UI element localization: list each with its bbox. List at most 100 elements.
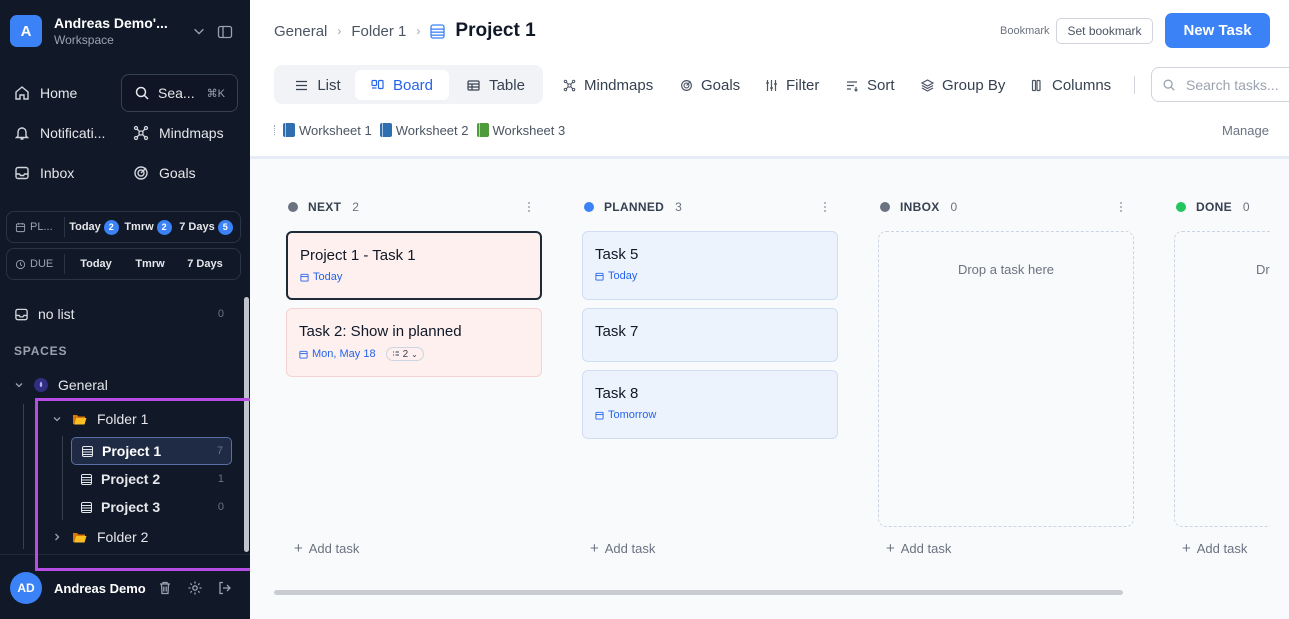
sort-button[interactable]: Sort [846, 74, 895, 96]
columns-button[interactable]: Columns [1031, 74, 1111, 96]
search-button[interactable]: Sea... ⌘K [121, 74, 238, 112]
nav-goals[interactable]: Goals [133, 156, 196, 190]
worksheet-tab[interactable]: Worksheet 3 [476, 123, 565, 138]
sidebar-toggle-icon[interactable] [217, 24, 233, 40]
gear-icon[interactable] [187, 580, 203, 596]
no-list-item[interactable]: no list 0 [14, 303, 228, 325]
tab-list[interactable]: List [281, 70, 355, 100]
chevron-right-icon[interactable] [52, 532, 62, 542]
status-dot [880, 202, 890, 212]
nav-notifications[interactable]: Notificati... [14, 116, 105, 150]
due-today-filter[interactable]: Today [65, 258, 127, 270]
count-badge: 2 [103, 219, 119, 235]
chevron-down-icon: ⌄ [411, 349, 418, 359]
mindmaps-button[interactable]: Mindmaps [563, 74, 653, 96]
add-task-button[interactable]: + Add task [1182, 540, 1247, 557]
workspace-switcher[interactable]: A Andreas Demo'... Workspace [10, 15, 240, 49]
project-name: Project 3 [101, 499, 161, 515]
inbox-icon [15, 166, 29, 180]
nav-inbox[interactable]: Inbox [14, 156, 74, 190]
trash-icon[interactable] [157, 580, 173, 596]
workspace-subtitle: Workspace [54, 33, 114, 47]
project-item-project-2[interactable]: Project 2 1 [71, 465, 232, 493]
add-task-button[interactable]: + Add task [886, 540, 951, 557]
no-list-label: no list [38, 306, 75, 322]
task-card[interactable]: Task 7 [582, 308, 838, 362]
worksheet-tab[interactable]: Worksheet 2 [379, 123, 469, 138]
folder-open-icon [73, 414, 87, 424]
task-title: Project 1 - Task 1 [300, 247, 416, 264]
task-card[interactable]: Task 8 Tomorrow [582, 370, 838, 439]
chevron-down-icon[interactable] [192, 24, 206, 38]
logout-icon[interactable] [217, 580, 233, 596]
column-count: 3 [675, 200, 683, 214]
toolbar-divider [1134, 76, 1135, 94]
goals-button[interactable]: Goals [680, 74, 740, 96]
no-list-count: 0 [217, 308, 224, 320]
planned-today-filter[interactable]: Today 2 [65, 219, 123, 235]
add-task-button[interactable]: + Add task [294, 540, 359, 557]
project-count: 0 [217, 501, 224, 513]
task-card[interactable]: Task 5 Today [582, 231, 838, 300]
board-scrollbar[interactable] [274, 590, 1123, 595]
due-week-filter[interactable]: 7 Days [173, 258, 237, 270]
worksheet-tab[interactable]: Worksheet 1 [283, 123, 372, 138]
bell-icon [14, 127, 30, 140]
column-done: DONE 0 Dro +Add task [1174, 159, 1270, 619]
column-header: PLANNED 3 [584, 197, 836, 217]
add-task-button[interactable]: + Add task [590, 540, 655, 557]
spaces-heading: SPACES [14, 344, 68, 358]
project-item-project-3[interactable]: Project 3 0 [71, 493, 232, 521]
nav-mindmaps[interactable]: Mindmaps [133, 116, 224, 150]
user-bar: AD Andreas Demo [0, 554, 250, 619]
more-vertical-icon[interactable] [820, 200, 830, 214]
planned-tmrw-filter[interactable]: Tmrw 2 [123, 219, 173, 235]
manage-worksheets-link[interactable]: Manage [1222, 123, 1269, 138]
planned-quick-filter: PL... Today 2 Tmrw 2 7 Days 5 [6, 211, 241, 243]
more-vertical-icon[interactable] [524, 200, 534, 214]
table-list-icon [81, 501, 92, 513]
new-task-button[interactable]: New Task [1165, 13, 1270, 48]
set-bookmark-button[interactable]: Set bookmark [1056, 18, 1153, 44]
planned-week-filter[interactable]: 7 Days 5 [173, 219, 239, 235]
project-item-project-1[interactable]: Project 1 7 [71, 437, 232, 465]
chevron-down-icon[interactable] [14, 380, 24, 390]
book-icon [283, 123, 295, 137]
group-by-button[interactable]: Group By [921, 74, 1005, 96]
task-card[interactable]: Project 1 - Task 1 Today [286, 231, 542, 300]
due-quick-filter: DUE Today Tmrw 7 Days [6, 248, 241, 280]
avatar[interactable]: AD [10, 572, 42, 604]
subtask-count[interactable]: 2 ⌄ [385, 347, 424, 361]
more-vertical-icon[interactable] [1116, 200, 1126, 214]
breadcrumb: General › Folder 1 › Project 1 [274, 20, 536, 42]
count-badge: 5 [217, 219, 233, 235]
drop-zone[interactable]: Dro [1174, 231, 1270, 527]
calendar-icon [595, 272, 604, 281]
tab-board[interactable]: Board [355, 70, 449, 100]
drop-zone[interactable]: Drop a task here [878, 231, 1134, 527]
tree-guide-line [23, 404, 24, 549]
filter-button[interactable]: Filter [765, 74, 819, 96]
breadcrumb-space[interactable]: General [274, 23, 327, 40]
space-general[interactable]: General [14, 376, 108, 394]
sidebar-scrollbar[interactable] [244, 297, 249, 552]
nav-goals-label: Goals [159, 165, 196, 181]
due-tmrw-filter[interactable]: Tmrw [127, 258, 173, 270]
sidebar: A Andreas Demo'... Workspace Home Sea...… [0, 0, 250, 619]
task-title: Task 2: Show in planned [299, 323, 462, 340]
nav-inbox-label: Inbox [40, 165, 75, 181]
column-count: 2 [352, 200, 360, 214]
chevron-down-icon[interactable] [52, 414, 62, 424]
breadcrumb-folder[interactable]: Folder 1 [351, 23, 406, 40]
folder-1[interactable]: Folder 1 [52, 410, 148, 428]
folder-2[interactable]: Folder 2 [52, 528, 148, 546]
folder-open-icon [73, 532, 87, 542]
plus-icon: + [886, 540, 895, 557]
nav-home[interactable]: Home [14, 76, 77, 110]
task-card[interactable]: Task 2: Show in planned Mon, May 18 2 ⌄ [286, 308, 542, 377]
search-tasks-input[interactable]: Search tasks... [1151, 67, 1289, 102]
plus-icon: + [590, 540, 599, 557]
tab-table[interactable]: Table [455, 70, 537, 100]
drag-handle-icon[interactable] [274, 125, 277, 135]
mindmap-icon [133, 125, 149, 141]
